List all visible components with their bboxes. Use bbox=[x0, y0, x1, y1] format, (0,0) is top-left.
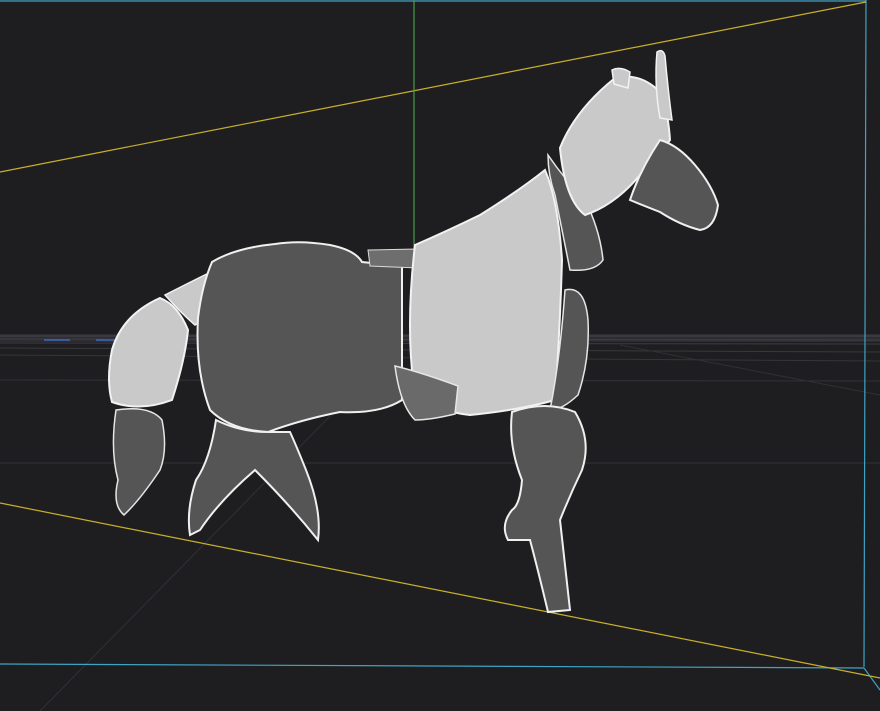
light-guide-bottom bbox=[0, 502, 880, 679]
hind-legs-panel[interactable] bbox=[187, 418, 320, 543]
grid-diagonal bbox=[619, 344, 880, 396]
camera-frame-bottom bbox=[0, 663, 865, 669]
camera-frame-right bbox=[863, 0, 867, 668]
front-legs-panel[interactable] bbox=[503, 405, 587, 614]
camera-frame-corner bbox=[863, 667, 880, 691]
tail-panel[interactable] bbox=[108, 296, 190, 408]
hind-leg-far[interactable] bbox=[112, 408, 166, 517]
viewport-scene[interactable] bbox=[0, 0, 880, 711]
3d-viewport[interactable] bbox=[0, 0, 880, 711]
ear-right[interactable] bbox=[655, 49, 673, 121]
light-guide-top bbox=[0, 1, 867, 173]
body-rear-panel[interactable] bbox=[196, 241, 403, 434]
saddle-block[interactable] bbox=[367, 248, 419, 269]
